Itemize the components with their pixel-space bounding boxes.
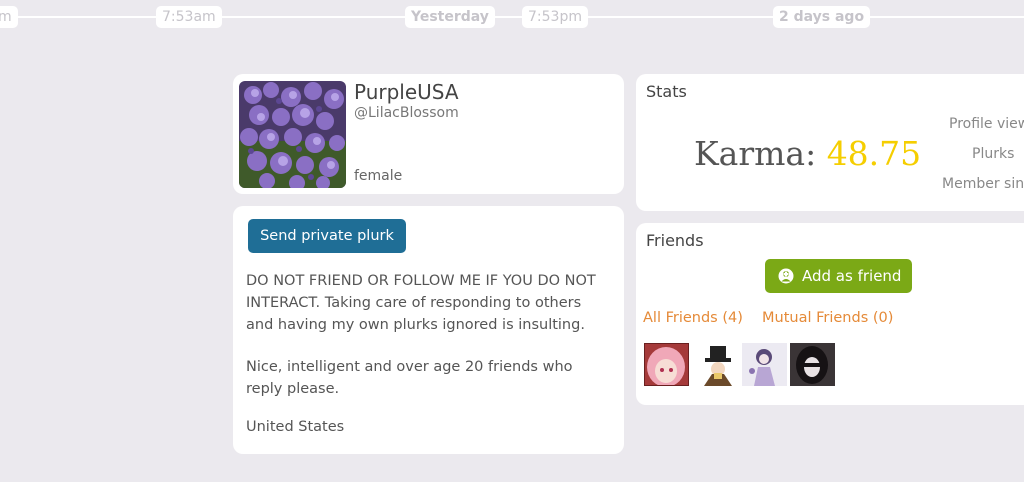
avatar[interactable] xyxy=(239,81,346,188)
send-private-plurk-button[interactable]: Send private plurk xyxy=(248,219,406,253)
gender-text: female xyxy=(354,168,403,184)
location-text: United States xyxy=(246,419,345,435)
timeline-line xyxy=(0,16,1024,18)
dark-haired-avatar-icon xyxy=(790,343,835,386)
pink-haired-anime-avatar-icon xyxy=(644,343,689,386)
purple-girl-avatar-icon xyxy=(742,343,787,386)
all-friends-link[interactable]: All Friends (4) xyxy=(643,310,743,326)
stat-profile-views: Profile views xyxy=(949,116,1024,132)
timeline-label[interactable]: 7:53pm xyxy=(522,6,588,28)
friends-title: Friends xyxy=(646,231,704,250)
profile-card: PurpleUSA @LilacBlossom female xyxy=(233,74,624,194)
stats-title: Stats xyxy=(646,82,687,101)
about-card: Send private plurk DO NOT FRIEND OR FOLL… xyxy=(233,206,624,454)
top-hat-character-avatar-icon xyxy=(694,343,739,386)
timeline-label[interactable]: 2 days ago xyxy=(773,6,871,28)
about-text: DO NOT FRIEND OR FOLLOW ME IF YOU DO NOT… xyxy=(246,270,606,400)
karma-value: 48.75 xyxy=(826,134,922,173)
stat-member-since: Member since xyxy=(942,176,1024,192)
display-name: PurpleUSA xyxy=(354,80,459,104)
stat-plurks: Plurks xyxy=(972,146,1015,162)
friend-avatar[interactable] xyxy=(742,343,787,386)
mutual-friends-link[interactable]: Mutual Friends (0) xyxy=(762,310,893,326)
friend-avatar[interactable] xyxy=(694,343,739,386)
timeline-label[interactable]: Yesterday xyxy=(405,6,495,28)
timeline-label[interactable]: 7:53am xyxy=(156,6,222,28)
stats-card: Stats Karma: 48.75 Profile views Plurks … xyxy=(636,74,1024,211)
timeline-label[interactable]: m xyxy=(0,6,18,28)
add-as-friend-button[interactable]: Add as friend xyxy=(765,259,912,293)
timeline: m 7:53am Yesterday 7:53pm 2 days ago xyxy=(0,0,1024,34)
friend-avatar[interactable] xyxy=(644,343,689,386)
nick-name: @LilacBlossom xyxy=(354,105,459,121)
lilac-photo-icon xyxy=(239,81,346,188)
friend-avatar[interactable] xyxy=(790,343,835,386)
add-as-friend-label: Add as friend xyxy=(802,267,902,285)
karma-label: Karma: xyxy=(694,134,817,173)
about-paragraph: DO NOT FRIEND OR FOLLOW ME IF YOU DO NOT… xyxy=(246,273,596,333)
about-paragraph: Nice, intelligent and over age 20 friend… xyxy=(246,359,573,397)
friends-card: Friends Add as friend All Friends (4) Mu… xyxy=(636,223,1024,405)
karma: Karma: 48.75 xyxy=(694,134,921,173)
add-friend-icon xyxy=(778,268,794,284)
